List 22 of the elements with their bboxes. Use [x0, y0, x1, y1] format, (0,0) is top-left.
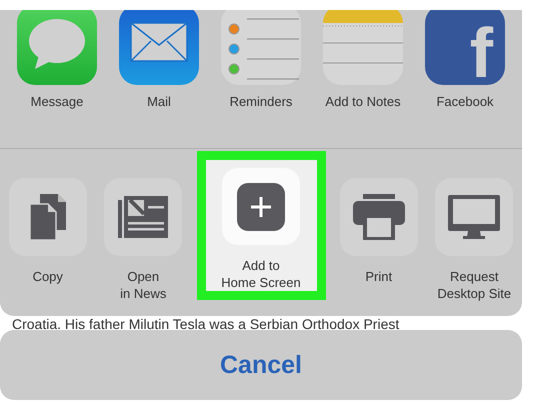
share-action[interactable]: Open in News	[104, 151, 182, 316]
printer-icon	[352, 194, 405, 240]
message-app-icon[interactable]	[17, 10, 97, 85]
mail-app-icon[interactable]	[119, 10, 199, 85]
app-label: Add to Notes	[325, 94, 401, 109]
share-action[interactable]: Request Desktop Site	[435, 151, 514, 316]
share-action[interactable]: Copy	[8, 151, 87, 316]
app-label: Facebook	[436, 94, 494, 109]
plus-icon	[237, 182, 285, 230]
cancel-button[interactable]: Cancel	[0, 330, 522, 400]
app-label: Reminders	[230, 94, 292, 109]
notes-app-icon[interactable]	[323, 10, 403, 85]
monitor-icon	[448, 195, 500, 239]
app-label: Mail	[147, 94, 171, 109]
share-action[interactable]: Add to Home Screen	[196, 151, 326, 300]
background-text: Croatia. His father Milutin Tesla was a Serbian Orthodox Priest	[11, 315, 400, 332]
newspaper-icon	[118, 196, 168, 238]
reminders-app-icon[interactable]	[221, 10, 301, 85]
app-label: Message	[30, 94, 84, 109]
facebook-app-icon: f	[425, 10, 505, 85]
copy-icon	[30, 194, 66, 240]
share-action[interactable]: Print	[340, 151, 418, 316]
